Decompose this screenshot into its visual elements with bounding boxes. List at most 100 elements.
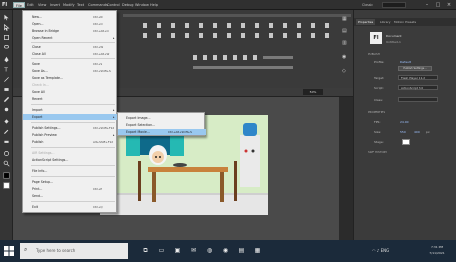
size-width[interactable]: 550	[400, 130, 406, 134]
menu-insert[interactable]: Insert	[50, 2, 60, 8]
paint-bucket-icon[interactable]	[3, 118, 10, 125]
workspace-switcher[interactable]: Classic	[362, 2, 378, 8]
hand-tool-icon[interactable]	[3, 150, 10, 157]
menu-control[interactable]: Control	[107, 2, 120, 8]
language-indicator[interactable]: ENG	[381, 248, 390, 253]
target-select[interactable]: Flash Player 11.2	[398, 75, 438, 80]
file-import[interactable]: Import ▸	[23, 107, 118, 113]
tab-properties[interactable]: Properties	[356, 19, 376, 25]
file-exit[interactable]: Exit Ctrl+Q	[23, 204, 118, 210]
chrome-icon[interactable]: ◉	[220, 245, 231, 256]
file-save[interactable]: Save Ctrl+S	[23, 61, 118, 67]
timeline-layer-row[interactable]	[123, 32, 351, 40]
file-publish-preview[interactable]: Publish Preview ▸	[23, 132, 118, 138]
pencil-tool-icon[interactable]	[3, 96, 10, 103]
file-explorer-icon[interactable]: ▭	[156, 245, 167, 256]
mail-icon[interactable]: ✉	[188, 245, 199, 256]
file-info[interactable]: File Info...	[23, 168, 118, 174]
browser-icon[interactable]: ◍	[204, 245, 215, 256]
class-label: Class:	[374, 98, 383, 102]
help-search-input[interactable]	[382, 2, 406, 8]
stage-color-swatch[interactable]	[402, 139, 410, 145]
task-view-icon[interactable]: ⧉	[140, 245, 151, 256]
app-icon[interactable]: ▤	[236, 245, 247, 256]
animate-app-icon[interactable]: ▦	[252, 245, 263, 256]
align-panel-icon[interactable]: ▥	[342, 40, 350, 48]
file-actionscript-settings[interactable]: ActionScript Settings...	[23, 157, 118, 163]
timeline-ruler[interactable]	[123, 12, 351, 20]
timeline-layer-row[interactable]	[123, 22, 351, 30]
brush-tool-icon[interactable]	[3, 106, 10, 113]
file-print[interactable]: Print... Ctrl+P	[23, 186, 118, 192]
network-icon[interactable]: ◠	[372, 248, 376, 253]
info-panel-icon[interactable]: ◉	[342, 54, 350, 62]
line-tool-icon[interactable]	[3, 76, 10, 83]
file-export[interactable]: Export ▸	[23, 114, 118, 120]
file-publish-settings[interactable]: Publish Settings... Ctrl+Shift+F12	[23, 125, 118, 131]
export-selection[interactable]: Export Selection...	[118, 122, 206, 128]
file-save-as-template[interactable]: Save as Template...	[23, 75, 118, 81]
minimize-button[interactable]: –	[422, 1, 432, 9]
stroke-color-icon[interactable]	[3, 172, 10, 179]
store-icon[interactable]: ▣	[172, 245, 183, 256]
text-tool-icon[interactable]: T	[3, 66, 10, 74]
file-open[interactable]: Open... Ctrl+O	[23, 21, 118, 27]
script-select[interactable]: ActionScript 3.0	[398, 85, 438, 90]
export-movie[interactable]: Export Movie... Ctrl+Alt+Shift+S	[118, 129, 206, 135]
zoom-tool-icon[interactable]	[3, 160, 10, 167]
class-input[interactable]	[398, 97, 438, 102]
file-publish[interactable]: Publish Alt+Shift+F12	[23, 139, 118, 145]
submenu-arrow-icon: ▸	[113, 133, 115, 137]
menu-modify[interactable]: Modify	[63, 2, 75, 8]
close-button[interactable]: ×	[444, 1, 454, 9]
file-new[interactable]: New... Ctrl+N	[23, 14, 118, 20]
maximize-button[interactable]: □	[433, 1, 443, 9]
section-swf-history[interactable]: SWF HISTORY	[368, 150, 453, 154]
menu-view[interactable]: View	[38, 2, 46, 8]
file-send[interactable]: Send...	[23, 193, 118, 199]
taskbar-clock[interactable]: 7:31 PM 7/11/2021	[420, 244, 454, 258]
windows-start-icon[interactable]	[4, 246, 14, 256]
section-properties[interactable]: PROPERTIES	[368, 110, 453, 114]
file-save-all[interactable]: Save All	[23, 89, 118, 95]
size-height[interactable]: 400	[414, 130, 420, 134]
transform-tool-icon[interactable]	[3, 34, 10, 41]
menu-edit[interactable]: Edit	[27, 2, 34, 8]
zoom-select[interactable]: 50%	[303, 89, 323, 95]
pen-tool-icon[interactable]	[3, 56, 10, 63]
file-open-recent[interactable]: Open Recent ▸	[23, 35, 118, 41]
swatches-panel-icon[interactable]: ▤	[342, 28, 350, 36]
file-close-all[interactable]: Close All Ctrl+Alt+W	[23, 51, 118, 57]
file-close[interactable]: Close Ctrl+W	[23, 44, 118, 50]
transform-panel-icon[interactable]: ◇	[342, 68, 350, 76]
lasso-tool-icon[interactable]	[3, 44, 10, 51]
export-image[interactable]: Export Image...	[118, 115, 206, 121]
menu-commands[interactable]: Commands	[88, 2, 108, 8]
fill-color-icon[interactable]	[3, 182, 10, 189]
menu-file[interactable]: File	[13, 2, 25, 8]
publish-settings-button[interactable]: Publish Settings...	[398, 66, 432, 71]
document-name-field[interactable]: Untitled-1	[386, 40, 401, 44]
file-revert[interactable]: Revert	[23, 96, 118, 102]
eraser-tool-icon[interactable]	[3, 138, 10, 145]
menu-help[interactable]: Help	[150, 2, 158, 8]
menu-window[interactable]: Window	[135, 2, 149, 8]
menu-text[interactable]: Text	[77, 2, 84, 8]
timeline-layer-row[interactable]	[123, 64, 351, 72]
color-panel-icon[interactable]: ▦	[342, 16, 350, 24]
selection-tool-icon[interactable]	[3, 14, 10, 21]
file-save-as[interactable]: Save As... Ctrl+Shift+S	[23, 68, 118, 74]
rectangle-tool-icon[interactable]	[3, 86, 10, 93]
section-publish[interactable]: PUBLISH	[368, 52, 453, 56]
taskbar-search-input[interactable]: ⌕ Type here to search	[20, 243, 128, 259]
file-page-setup[interactable]: Page Setup...	[23, 179, 118, 185]
tab-motion-presets[interactable]: Motion Presets	[394, 19, 416, 25]
tab-library[interactable]: Library	[380, 19, 391, 25]
file-browse-bridge[interactable]: Browse in Bridge Ctrl+Alt+O	[23, 28, 118, 34]
menu-debug[interactable]: Debug	[122, 2, 134, 8]
fps-value[interactable]: 24.00	[400, 120, 409, 124]
volume-icon[interactable]: ♪	[377, 248, 380, 253]
subselection-tool-icon[interactable]	[3, 23, 10, 31]
timeline-layer-row[interactable]	[123, 54, 351, 62]
eyedropper-icon[interactable]	[3, 128, 10, 135]
